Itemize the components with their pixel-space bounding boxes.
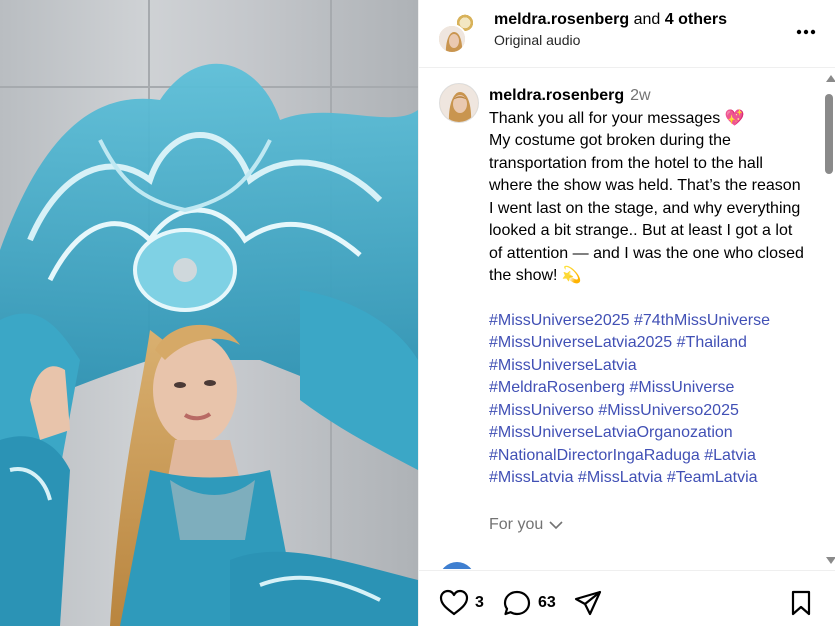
caption-text: Thank you all for your messages 💖 My cos… <box>489 109 804 285</box>
scrollbar[interactable] <box>823 72 835 567</box>
scroll-up-icon[interactable] <box>826 75 835 82</box>
next-comment-peek <box>439 562 819 569</box>
chevron-down-icon <box>549 520 563 529</box>
more-horizontal-icon <box>796 29 816 35</box>
comment-icon <box>503 590 531 616</box>
for-you-label: For you <box>489 516 544 533</box>
header-username[interactable]: meldra.rosenberg <box>494 11 629 28</box>
like-button[interactable]: 3 <box>439 589 484 616</box>
post-header: meldra.rosenberg and 4 others Original a… <box>419 0 835 68</box>
caption-timestamp[interactable]: 2w <box>630 87 650 104</box>
heart-icon <box>439 589 469 616</box>
comment-button[interactable]: 63 <box>502 589 556 617</box>
caption: meldra.rosenberg 2w Thank you all for you… <box>489 85 809 490</box>
bookmark-icon <box>791 590 811 616</box>
post-side-panel: meldra.rosenberg and 4 others Original a… <box>418 0 835 626</box>
collab-avatars[interactable] <box>437 10 481 54</box>
caption-scroll-area[interactable]: meldra.rosenberg 2w Thank you all for you… <box>419 69 824 569</box>
for-you-toggle[interactable]: For you <box>489 516 563 534</box>
comment-count[interactable]: 63 <box>538 594 556 612</box>
comment-avatar[interactable] <box>439 562 475 569</box>
avatar[interactable] <box>437 24 467 54</box>
share-button[interactable] <box>573 589 603 617</box>
caption-avatar[interactable] <box>439 83 479 123</box>
caption-username[interactable]: meldra.rosenberg <box>489 87 624 104</box>
scrollbar-thumb[interactable] <box>825 94 833 174</box>
header-collab-connector: and <box>629 11 665 28</box>
more-options-button[interactable] <box>794 20 818 44</box>
save-button[interactable] <box>789 589 813 617</box>
avatar-photo <box>439 26 465 52</box>
like-count[interactable]: 3 <box>475 594 484 612</box>
send-icon <box>574 590 602 616</box>
post-media[interactable] <box>0 0 418 626</box>
audio-label[interactable]: Original audio <box>494 32 580 48</box>
header-title: meldra.rosenberg and 4 others <box>494 10 727 30</box>
caption-hashtags[interactable]: #MissUniverse2025 #74thMissUniverse #Mis… <box>489 310 809 490</box>
scroll-down-icon[interactable] <box>826 557 835 564</box>
action-bar: 3 63 <box>419 570 835 626</box>
costume-photo <box>0 63 418 626</box>
header-others[interactable]: 4 others <box>665 11 727 28</box>
avatar-photo <box>440 84 478 122</box>
